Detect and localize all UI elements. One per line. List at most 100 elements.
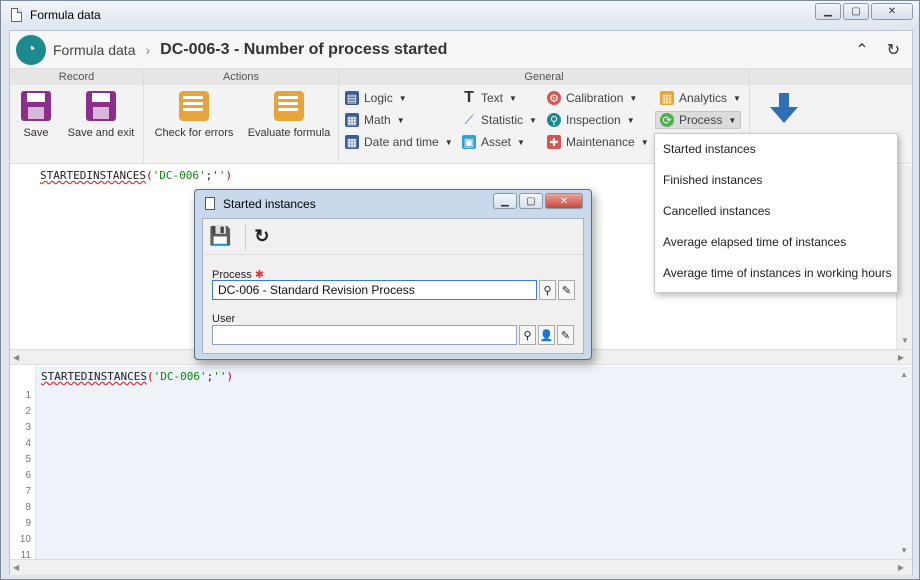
line-number: 7 bbox=[25, 486, 31, 497]
chevron-down-icon: ▼ bbox=[396, 115, 405, 125]
line-number: 5 bbox=[25, 454, 31, 465]
formula-argument-2: '' bbox=[212, 169, 226, 182]
ribbon-text[interactable]: T Text ▼ bbox=[462, 89, 517, 106]
ribbon-calibration[interactable]: ⚙ Calibration ▼ bbox=[547, 91, 637, 105]
text-icon: T bbox=[464, 89, 474, 106]
title-bar: Formula data ▁ ▢ ✕ bbox=[1, 1, 919, 29]
app-logo-icon: ◔ bbox=[16, 34, 46, 65]
scroll-left-icon[interactable]: ◀ bbox=[13, 353, 19, 362]
document-icon bbox=[11, 8, 22, 22]
horizontal-scrollbar-bottom[interactable]: ◀ ▶ bbox=[10, 559, 912, 575]
page-title: DC-006-3 - Number of process started bbox=[160, 40, 448, 58]
statistic-label: Statistic bbox=[481, 113, 524, 127]
menu-item-finished-instances[interactable]: Finished instances bbox=[655, 165, 897, 196]
vertical-scrollbar[interactable]: ▼ bbox=[896, 165, 912, 349]
maximize-button[interactable]: ▢ bbox=[843, 3, 869, 20]
calibration-label: Calibration bbox=[566, 91, 624, 105]
check-errors-button[interactable]: Check for errors bbox=[152, 91, 236, 139]
dialog-minimize-button[interactable]: ▁ bbox=[493, 193, 517, 209]
process-field[interactable]: DC-006 - Standard Revision Process bbox=[212, 280, 537, 300]
save-close-icon[interactable]: 💾 bbox=[209, 226, 231, 247]
scroll-up-icon[interactable]: ▲ bbox=[900, 370, 908, 379]
scroll-down-icon[interactable]: ▼ bbox=[901, 336, 909, 345]
search-icon[interactable]: ⚲ bbox=[539, 280, 556, 300]
line-number: 2 bbox=[25, 406, 31, 417]
group-record: Record Save Save and exit bbox=[10, 69, 144, 164]
chevron-down-icon: ▼ bbox=[509, 93, 517, 103]
statistic-icon: ⟋ bbox=[464, 112, 474, 127]
formula-text-bottom[interactable]: STARTEDINSTANCES('DC-006';'') bbox=[41, 370, 233, 383]
menu-item-average-elapsed-time[interactable]: Average elapsed time of instances bbox=[655, 227, 897, 258]
evaluate-formula-icon bbox=[274, 91, 304, 121]
started-instances-dialog: Started instances ▁ ▢ ✕ 💾 ↻ Process ✱ DC… bbox=[194, 189, 592, 360]
ribbon-inspection[interactable]: ⚲ Inspection ▼ bbox=[547, 113, 635, 127]
inspection-icon: ⚲ bbox=[547, 113, 561, 127]
save-button[interactable]: Save bbox=[20, 91, 52, 139]
search-icon[interactable]: ⚲ bbox=[519, 325, 536, 345]
scroll-left-icon[interactable]: ◀ bbox=[13, 563, 19, 572]
chevron-down-icon: ▼ bbox=[517, 137, 525, 147]
chevron-down-icon: ▼ bbox=[640, 137, 649, 147]
calibration-icon: ⚙ bbox=[547, 91, 561, 105]
ribbon-date-time[interactable]: ▦ Date and time ▼ bbox=[345, 135, 453, 149]
user-icon[interactable]: 👤 bbox=[538, 325, 555, 345]
save-exit-button[interactable]: Save and exit bbox=[66, 91, 136, 139]
formula-paren-close: ) bbox=[226, 370, 234, 383]
line-number: 6 bbox=[25, 470, 31, 481]
chevron-down-icon: ▼ bbox=[398, 93, 407, 103]
line-number-gutter: 1 2 3 4 5 6 7 8 9 10 11 bbox=[10, 366, 36, 561]
ribbon-maintenance[interactable]: ✚ Maintenance ▼ bbox=[547, 135, 649, 149]
close-button[interactable]: ✕ bbox=[871, 3, 913, 20]
scroll-down-icon[interactable]: ▼ bbox=[900, 546, 908, 555]
window-title: Formula data bbox=[30, 8, 101, 22]
down-arrow-icon[interactable] bbox=[770, 93, 798, 123]
ribbon-process[interactable]: ⟳ Process ▼ bbox=[655, 111, 742, 129]
user-field[interactable] bbox=[212, 325, 517, 345]
maintenance-label: Maintenance bbox=[566, 135, 635, 149]
analytics-label: Analytics bbox=[679, 91, 728, 105]
asset-icon: ▣ bbox=[462, 135, 476, 149]
ribbon-statistic[interactable]: ⟋ Statistic ▼ bbox=[462, 112, 537, 127]
formula-text-top[interactable]: STARTEDINSTANCES('DC-006';'') bbox=[40, 169, 232, 182]
ribbon-asset[interactable]: ▣ Asset ▼ bbox=[462, 135, 525, 149]
logic-label: Logic bbox=[364, 91, 393, 105]
scroll-right-icon[interactable]: ▶ bbox=[898, 353, 904, 362]
line-number: 3 bbox=[25, 422, 31, 433]
group-general-title: General bbox=[339, 69, 749, 85]
clear-field-icon[interactable]: ✎ bbox=[557, 325, 574, 345]
menu-item-average-working-hours[interactable]: Average time of instances in working hou… bbox=[655, 258, 897, 289]
menu-item-started-instances[interactable]: Started instances bbox=[655, 134, 897, 165]
clear-field-icon[interactable]: ✎ bbox=[558, 280, 575, 300]
scroll-right-icon[interactable]: ▶ bbox=[898, 563, 904, 572]
formula-paren-open: ( bbox=[146, 370, 154, 383]
formula-editor-bottom[interactable]: 1 2 3 4 5 6 7 8 9 10 11 STARTEDINSTANCES… bbox=[10, 366, 912, 561]
evaluate-formula-label: Evaluate formula bbox=[247, 127, 331, 139]
asset-label: Asset bbox=[481, 135, 512, 149]
ribbon-logic[interactable]: ▤ Logic ▼ bbox=[345, 91, 407, 105]
document-icon bbox=[205, 197, 215, 210]
chevron-down-icon: ▼ bbox=[629, 93, 638, 103]
evaluate-formula-button[interactable]: Evaluate formula bbox=[246, 91, 332, 139]
refresh-icon[interactable]: ↻ bbox=[887, 40, 900, 60]
ribbon-math[interactable]: ▦ Math ▼ bbox=[345, 113, 405, 127]
formula-argument: 'DC-006' bbox=[153, 370, 207, 383]
process-dropdown-menu: Started instances Finished instances Can… bbox=[654, 133, 898, 293]
date-time-label: Date and time bbox=[364, 135, 439, 149]
calculator-icon: ▦ bbox=[345, 113, 359, 127]
formula-paren-open: ( bbox=[145, 169, 153, 182]
breadcrumb-app[interactable]: Formula data bbox=[53, 42, 135, 58]
breadcrumb-separator: › bbox=[145, 41, 151, 58]
check-errors-icon bbox=[179, 91, 209, 121]
refresh-icon[interactable]: ↻ bbox=[254, 226, 269, 247]
minimize-button[interactable]: ▁ bbox=[815, 3, 841, 20]
inspection-label: Inspection bbox=[566, 113, 621, 127]
save-label: Save bbox=[23, 127, 49, 139]
ribbon-analytics[interactable]: ▥ Analytics ▼ bbox=[660, 91, 741, 105]
dialog-close-button[interactable]: ✕ bbox=[545, 193, 583, 209]
menu-item-cancelled-instances[interactable]: Cancelled instances bbox=[655, 196, 897, 227]
collapse-icon[interactable]: ⌃ bbox=[855, 40, 868, 60]
group-actions: Actions Check for errors Evaluate formul… bbox=[144, 69, 339, 164]
dialog-title-bar: Started instances ▁ ▢ ✕ bbox=[195, 190, 591, 217]
chevron-down-icon: ▼ bbox=[444, 137, 453, 147]
dialog-maximize-button[interactable]: ▢ bbox=[519, 193, 543, 209]
